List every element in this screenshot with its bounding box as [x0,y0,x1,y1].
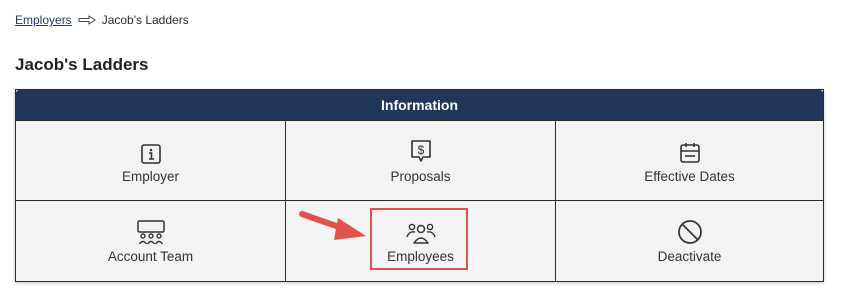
tile-deactivate[interactable]: Deactivate [556,200,823,281]
tile-employees[interactable]: Employees [286,200,556,281]
breadcrumb-link-employers[interactable]: Employers [15,13,72,27]
tile-employer[interactable]: Employer [16,120,286,200]
page-title: Jacob's Ladders [15,55,149,74]
tile-account-team[interactable]: Account Team [16,200,286,281]
tile-effective-dates[interactable]: Effective Dates [556,120,823,200]
svg-text:$: $ [417,143,424,157]
tile-label: Account Team [107,249,194,264]
calendar-icon [678,137,702,165]
dollar-speech-bubble-icon: $ [409,137,433,165]
info-icon [140,137,162,165]
tile-proposals[interactable]: $ Proposals [286,120,556,200]
tile-label: Deactivate [657,249,722,264]
information-grid: Employer $ Proposals Effective Dates Acc… [16,120,823,281]
arrow-right-icon [78,15,96,25]
breadcrumb: Employers Jacob's Ladders [15,13,189,27]
tile-label: Effective Dates [644,168,735,184]
tile-label: Employer [121,168,180,184]
information-panel: Information Employer $ Proposals Effecti… [15,89,824,282]
prohibited-icon [677,217,703,245]
people-icon [405,217,437,245]
tile-label: Employees [387,249,454,264]
team-meeting-icon [135,217,167,245]
tile-label: Proposals [390,168,451,184]
breadcrumb-current: Jacob's Ladders [101,13,189,27]
panel-header: Information [16,90,823,120]
